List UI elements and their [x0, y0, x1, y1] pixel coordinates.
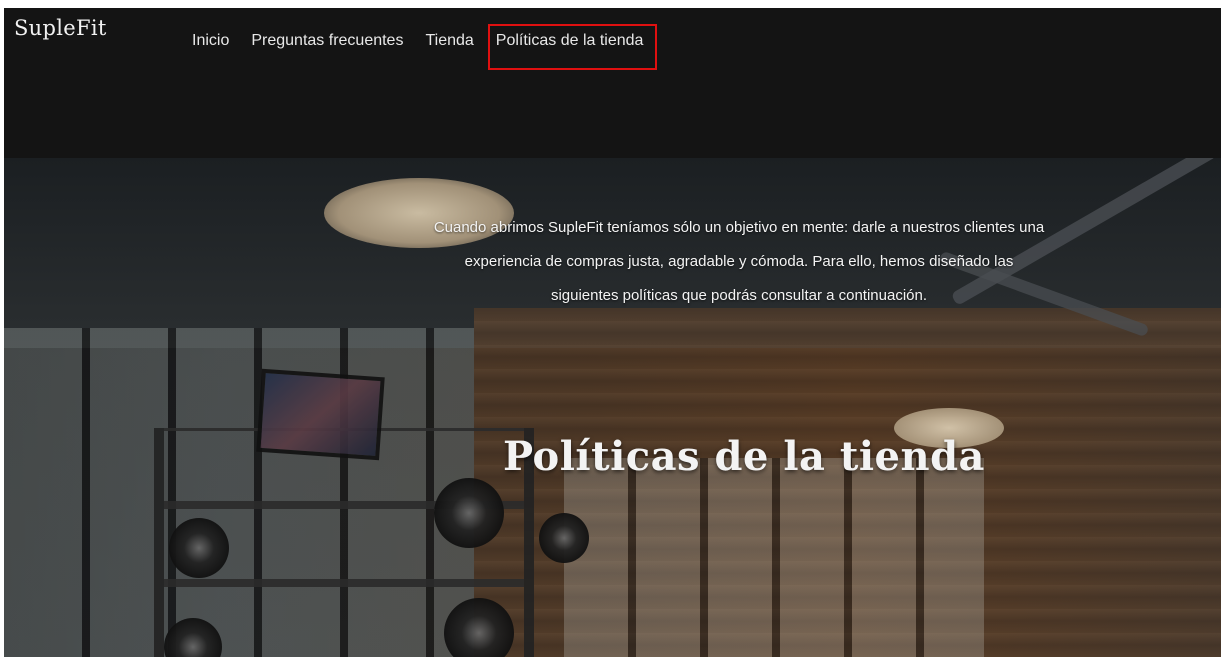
- nav-item-inicio[interactable]: Inicio: [192, 32, 229, 50]
- main-nav: Inicio Preguntas frecuentes Tienda Polít…: [192, 20, 677, 70]
- nav-item-politicas-de-la-tienda[interactable]: Políticas de la tienda: [487, 24, 658, 70]
- brand-logo[interactable]: SupleFit: [14, 16, 107, 40]
- nav-item-preguntas-frecuentes[interactable]: Preguntas frecuentes: [251, 32, 403, 50]
- weight-plate-decor: [539, 513, 589, 563]
- hero-windows-right-decor: [564, 458, 984, 657]
- hero-title: Políticas de la tienda: [503, 432, 985, 480]
- weight-plate-decor: [169, 518, 229, 578]
- gym-monitor-decor: [256, 368, 385, 461]
- hero-intro-text: Cuando abrimos SupleFit teníamos sólo un…: [433, 219, 1045, 304]
- nav-item-tienda[interactable]: Tienda: [425, 32, 473, 50]
- site-header: SupleFit Inicio Preguntas frecuentes Tie…: [4, 8, 1221, 158]
- weight-plate-decor: [434, 478, 504, 548]
- hero-section: Cuando abrimos SupleFit teníamos sólo un…: [4, 158, 1221, 657]
- page-frame: SupleFit Inicio Preguntas frecuentes Tie…: [4, 8, 1221, 657]
